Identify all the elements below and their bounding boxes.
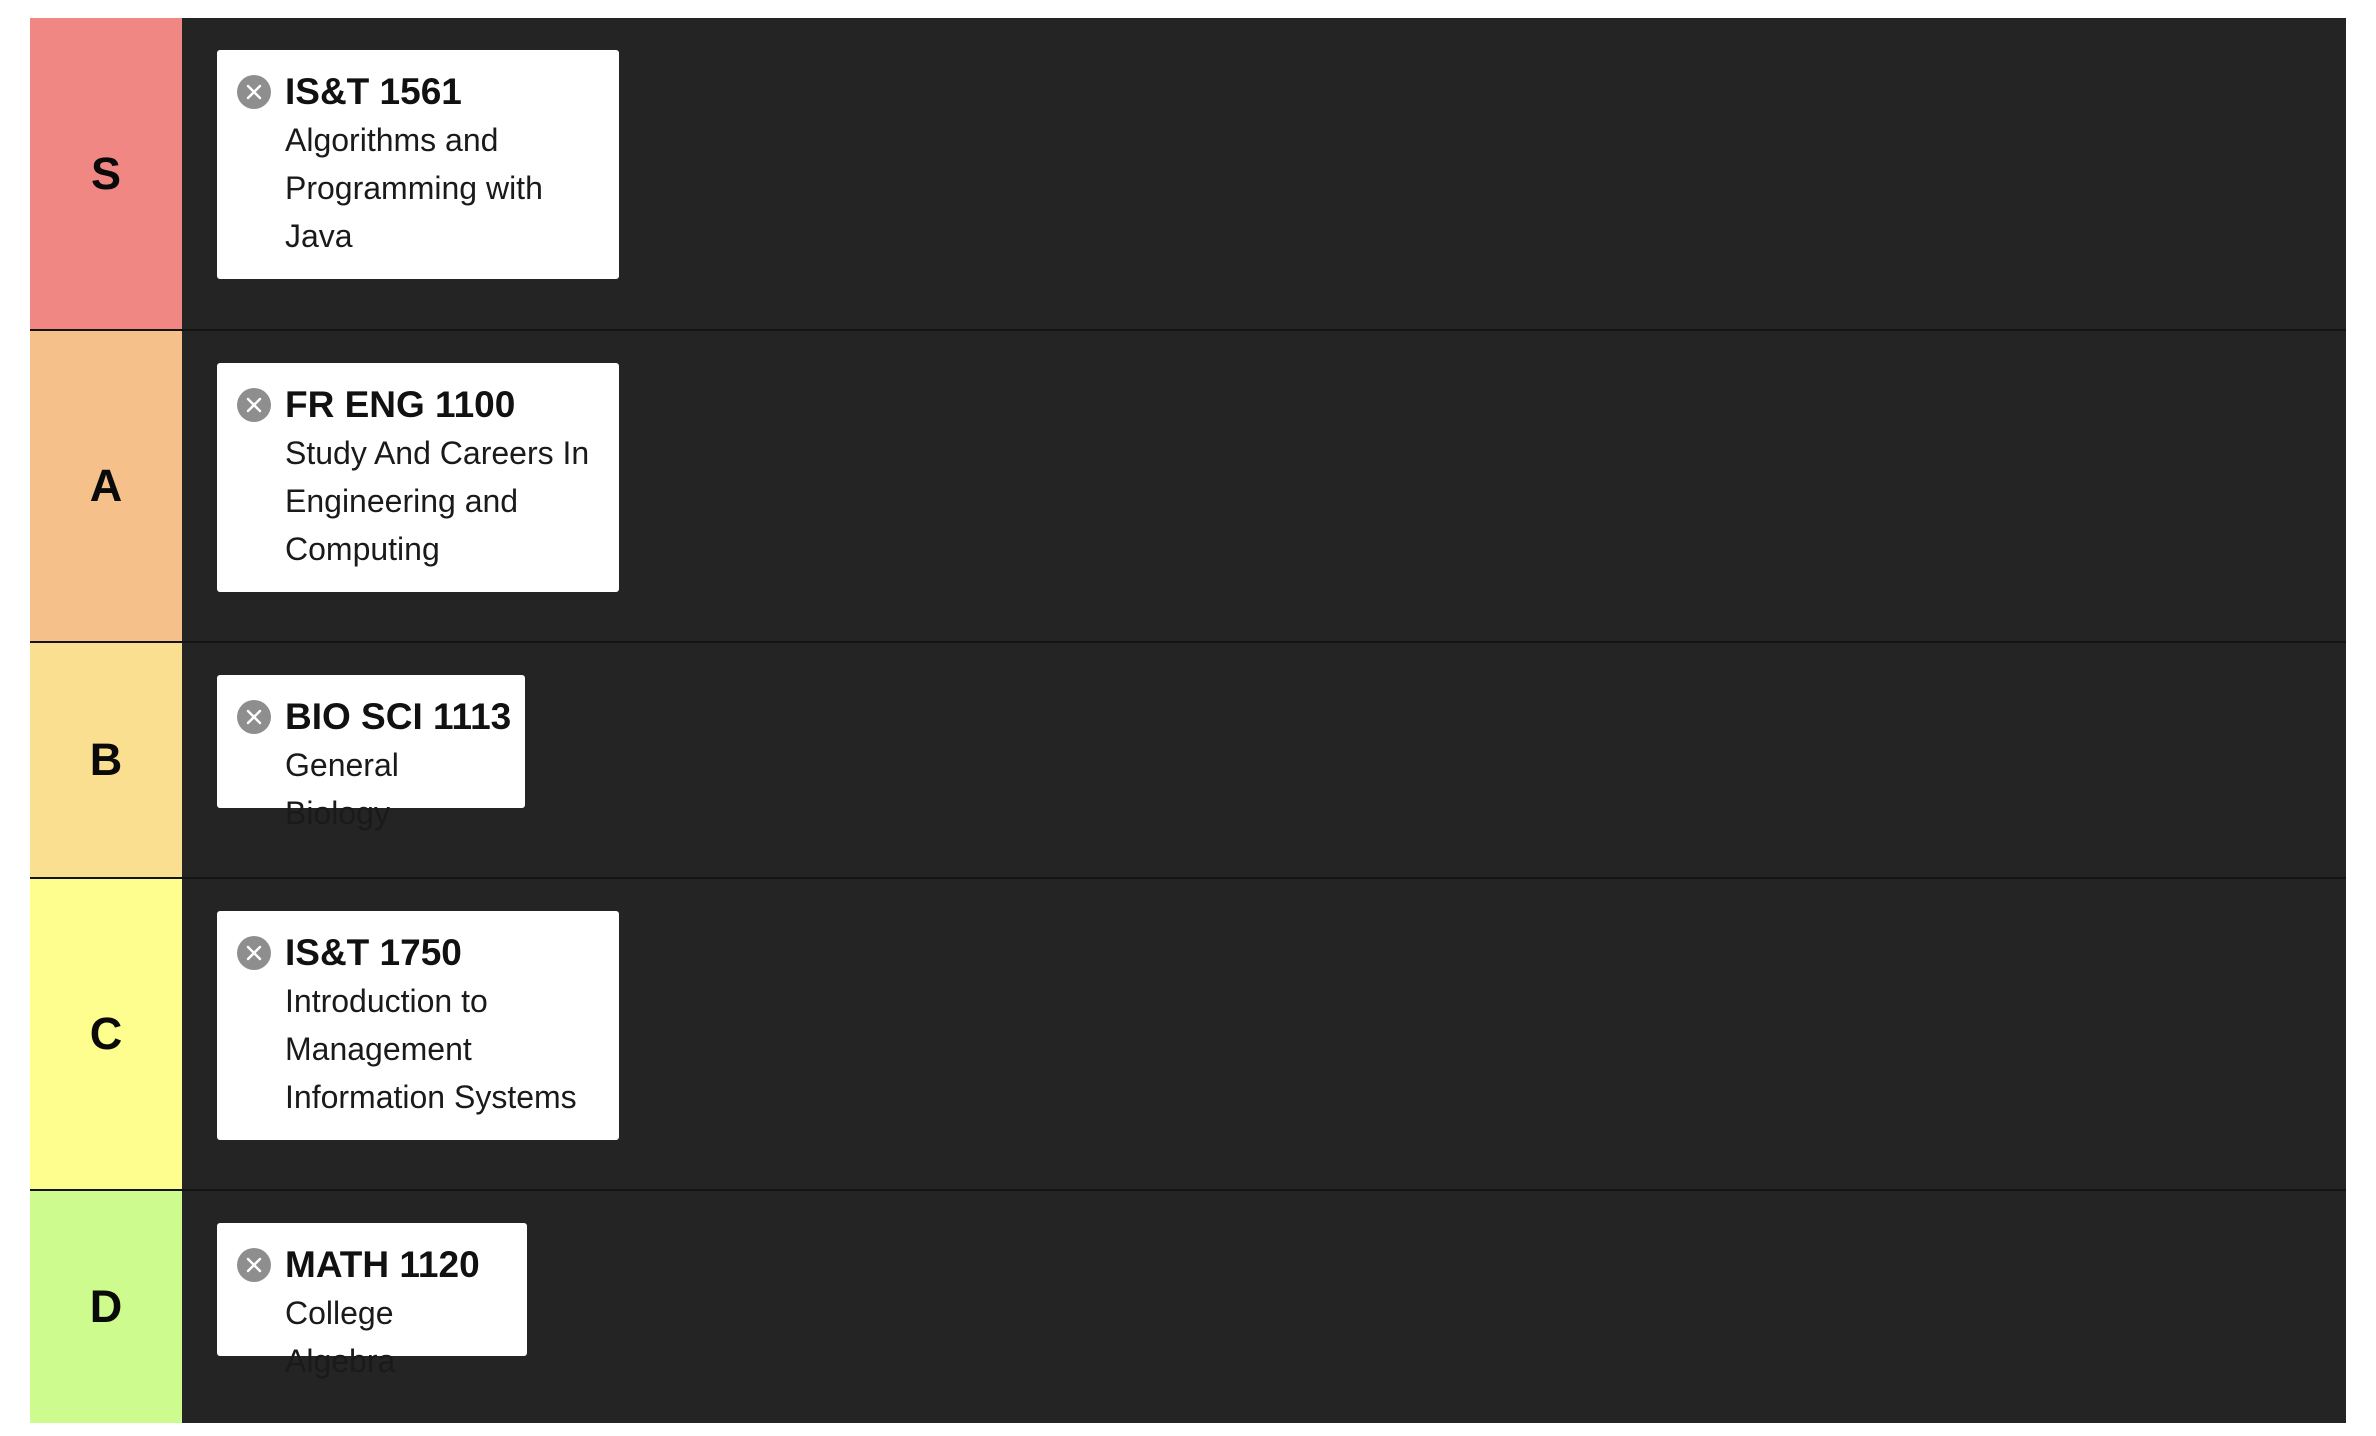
tier-label-c[interactable]: C (30, 879, 182, 1189)
close-circle-icon (246, 397, 262, 413)
remove-course-button[interactable] (237, 700, 271, 734)
tier-items-s[interactable]: IS&T 1561 Algorithms and Programming wit… (182, 18, 2346, 329)
tier-label-d[interactable]: D (30, 1191, 182, 1423)
remove-course-button[interactable] (237, 1248, 271, 1282)
remove-course-button[interactable] (237, 75, 271, 109)
tier-row-c: C IS&T 1750 Introduction to Management I… (30, 877, 2346, 1189)
course-code: FR ENG 1100 (285, 384, 516, 425)
course-title: Algorithms and Programming with Java (285, 122, 543, 254)
course-code: BIO SCI 1113 (285, 696, 512, 737)
course-code: IS&T 1750 (285, 932, 462, 973)
tier-row-d: D MATH 1120 College Algebra (30, 1189, 2346, 1423)
course-title: College Algebra (285, 1295, 396, 1379)
remove-course-button[interactable] (237, 388, 271, 422)
tier-row-b: B BIO SCI 1113 General Biology (30, 641, 2346, 877)
course-card[interactable]: IS&T 1750 Introduction to Management Inf… (217, 911, 619, 1140)
remove-course-button[interactable] (237, 936, 271, 970)
tier-items-c[interactable]: IS&T 1750 Introduction to Management Inf… (182, 879, 2346, 1189)
close-circle-icon (246, 945, 262, 961)
close-circle-icon (246, 709, 262, 725)
course-code: MATH 1120 (285, 1244, 480, 1285)
close-circle-icon (246, 1257, 262, 1273)
course-title: Study And Careers In Engineering and Com… (285, 435, 590, 567)
tier-items-d[interactable]: MATH 1120 College Algebra (182, 1191, 2346, 1423)
tier-label-b[interactable]: B (30, 643, 182, 877)
tier-label-s[interactable]: S (30, 18, 182, 329)
tier-label-a[interactable]: A (30, 331, 182, 641)
course-card[interactable]: FR ENG 1100 Study And Careers In Enginee… (217, 363, 619, 592)
tier-row-a: A FR ENG 1100 Study And Careers In Engin… (30, 329, 2346, 641)
course-card[interactable]: BIO SCI 1113 General Biology (217, 675, 525, 831)
course-title: General Biology (285, 747, 399, 831)
close-circle-icon (246, 84, 262, 100)
tier-list: S IS&T 1561 Algorithms and Programming w… (30, 18, 2346, 1423)
course-title: Introduction to Management Information S… (285, 983, 577, 1115)
course-card[interactable]: MATH 1120 College Algebra (217, 1223, 527, 1379)
tier-items-b[interactable]: BIO SCI 1113 General Biology (182, 643, 2346, 877)
tier-items-a[interactable]: FR ENG 1100 Study And Careers In Enginee… (182, 331, 2346, 641)
tier-row-s: S IS&T 1561 Algorithms and Programming w… (30, 18, 2346, 329)
course-code: IS&T 1561 (285, 71, 462, 112)
course-card[interactable]: IS&T 1561 Algorithms and Programming wit… (217, 50, 619, 279)
